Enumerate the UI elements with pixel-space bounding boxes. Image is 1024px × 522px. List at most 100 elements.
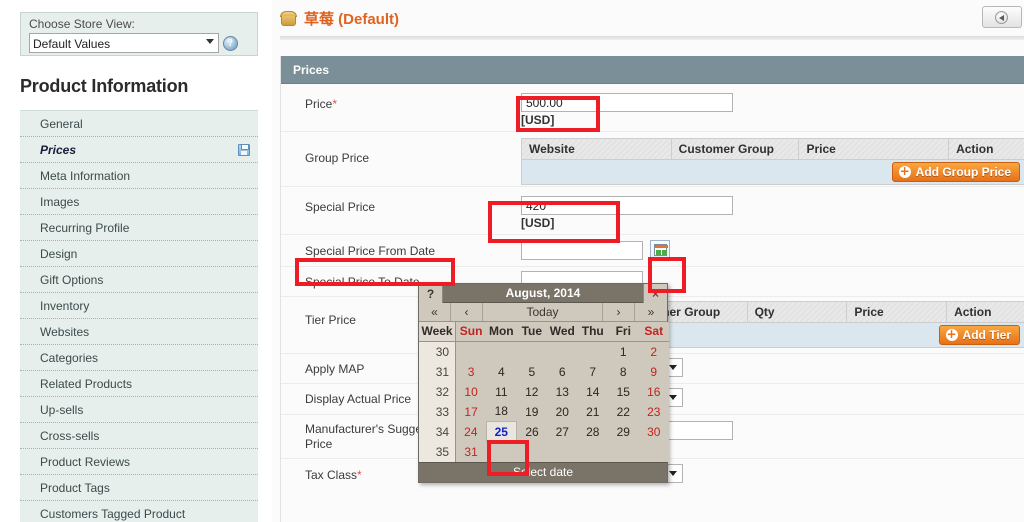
- calendar-next-year-button[interactable]: »: [635, 303, 667, 321]
- calendar-day-empty: [578, 342, 608, 362]
- display-actual-price-label: Display Actual Price: [305, 392, 411, 407]
- chevron-down-icon: [669, 471, 677, 476]
- add-group-price-button[interactable]: + Add Group Price: [892, 162, 1020, 182]
- calendar-weekday-header-row: WeekSunMonTueWedThuFriSat: [419, 322, 669, 342]
- calendar-next-month-button[interactable]: ›: [603, 303, 635, 321]
- calendar-day-18[interactable]: 18: [486, 402, 516, 422]
- sidebar-item-label: Design: [40, 247, 77, 261]
- calendar-header-week: Week: [419, 322, 456, 342]
- calendar-day-14[interactable]: 14: [578, 382, 608, 402]
- calendar-day-9[interactable]: 9: [638, 362, 669, 382]
- back-button[interactable]: [982, 6, 1022, 28]
- calendar-week-number[interactable]: 30: [419, 342, 456, 362]
- calendar-prev-month-button[interactable]: ‹: [451, 303, 483, 321]
- sidebar-item-customers-tagged-product[interactable]: Customers Tagged Product: [20, 501, 258, 522]
- price-input[interactable]: 500.00: [521, 93, 733, 112]
- calendar-day-5[interactable]: 5: [517, 362, 547, 382]
- calendar-week-row: 30 12: [419, 342, 669, 362]
- calendar-day-12[interactable]: 12: [517, 382, 547, 402]
- sidebar-item-categories[interactable]: Categories: [20, 345, 258, 371]
- store-view-label: Choose Store View:: [29, 17, 249, 31]
- group-price-col-website: Website: [522, 139, 672, 160]
- calendar-day-26[interactable]: 26: [517, 422, 547, 442]
- sidebar-item-meta-information[interactable]: Meta Information: [20, 163, 258, 189]
- special-price-control: 420 [USD]: [521, 196, 733, 230]
- calendar-day-22[interactable]: 22: [608, 402, 638, 422]
- calendar-day-4[interactable]: 4: [486, 362, 516, 382]
- sidebar-item-prices[interactable]: Prices: [20, 137, 258, 163]
- calendar-day-2[interactable]: 2: [638, 342, 669, 362]
- calendar-month-year: August, 2014: [506, 286, 581, 300]
- group-price-action-cell: + Add Group Price: [522, 160, 1024, 185]
- calendar-week-number[interactable]: 31: [419, 362, 456, 382]
- calendar-header-fri: Fri: [608, 322, 638, 342]
- add-tier-button[interactable]: + Add Tier: [939, 325, 1020, 345]
- calendar-day-10[interactable]: 10: [456, 382, 486, 402]
- calendar-close-icon[interactable]: ×: [643, 284, 667, 303]
- group-price-col-action: Action: [949, 139, 1024, 160]
- calendar-header-tue: Tue: [517, 322, 547, 342]
- calendar-help-icon[interactable]: ?: [419, 284, 443, 303]
- calendar-day-7[interactable]: 7: [578, 362, 608, 382]
- sidebar-item-label: Customers Tagged Product: [40, 507, 185, 521]
- calendar-day-11[interactable]: 11: [486, 382, 516, 402]
- special-price-from-date-input[interactable]: [521, 241, 643, 260]
- sidebar-item-product-tags[interactable]: Product Tags: [20, 475, 258, 501]
- group-price-control: Website Customer Group Price Action: [521, 138, 1024, 185]
- calendar-day-29[interactable]: 29: [608, 422, 638, 442]
- sidebar-item-websites[interactable]: Websites: [20, 319, 258, 345]
- product-information-tabs: General Prices Meta InformationImagesRecur…: [20, 110, 258, 522]
- sidebar-item-recurring-profile[interactable]: Recurring Profile: [20, 215, 258, 241]
- store-view-select[interactable]: Default Values: [29, 33, 219, 53]
- calendar-day-empty: [456, 342, 486, 362]
- calendar-day-31[interactable]: 31: [456, 442, 486, 462]
- price-label: Price*: [305, 97, 337, 112]
- calendar-day-30[interactable]: 30: [638, 422, 669, 442]
- calendar-footer-select-date[interactable]: Select date: [419, 462, 667, 482]
- help-circle-icon[interactable]: ?: [223, 36, 238, 51]
- special-price-input[interactable]: 420: [521, 196, 733, 215]
- calendar-day-1[interactable]: 1: [608, 342, 638, 362]
- sidebar-item-label: Prices: [40, 143, 76, 157]
- calendar-day-17[interactable]: 17: [456, 402, 486, 422]
- sidebar-item-images[interactable]: Images: [20, 189, 258, 215]
- sidebar-item-label: Cross-sells: [40, 429, 99, 443]
- calendar-week-number[interactable]: 34: [419, 422, 456, 442]
- sidebar-item-design[interactable]: Design: [20, 241, 258, 267]
- sidebar-item-cross-sells[interactable]: Cross-sells: [20, 423, 258, 449]
- date-picker-calendar[interactable]: ? August, 2014 × « ‹ Today › » WeekSunMo…: [418, 283, 668, 483]
- page-title: 草莓 (Default): [304, 8, 399, 29]
- save-disk-icon[interactable]: [238, 144, 250, 156]
- calendar-day-15[interactable]: 15: [608, 382, 638, 402]
- sidebar-item-label: Gift Options: [40, 273, 103, 287]
- price-control: 500.00 [USD]: [521, 93, 733, 127]
- calendar-week-number[interactable]: 32: [419, 382, 456, 402]
- add-tier-label: Add Tier: [963, 328, 1011, 342]
- calendar-day-25[interactable]: 25: [486, 422, 516, 442]
- sidebar-item-related-products[interactable]: Related Products: [20, 371, 258, 397]
- sidebar-item-up-sells[interactable]: Up-sells: [20, 397, 258, 423]
- calendar-day-3[interactable]: 3: [456, 362, 486, 382]
- calendar-day-empty: [517, 342, 547, 362]
- calendar-today-button[interactable]: Today: [483, 303, 603, 321]
- calendar-week-number[interactable]: 35: [419, 442, 456, 462]
- sidebar-item-general[interactable]: General: [20, 111, 258, 137]
- calendar-day-21[interactable]: 21: [578, 402, 608, 422]
- sidebar-item-product-reviews[interactable]: Product Reviews: [20, 449, 258, 475]
- calendar-prev-year-button[interactable]: «: [419, 303, 451, 321]
- sidebar-item-gift-options[interactable]: Gift Options: [20, 267, 258, 293]
- calendar-day-28[interactable]: 28: [578, 422, 608, 442]
- row-price: Price* 500.00 [USD]: [281, 84, 1024, 132]
- calendar-day-16[interactable]: 16: [638, 382, 669, 402]
- calendar-day-19[interactable]: 19: [517, 402, 547, 422]
- calendar-picker-icon[interactable]: [650, 240, 670, 260]
- calendar-day-23[interactable]: 23: [638, 402, 669, 422]
- calendar-day-20[interactable]: 20: [547, 402, 577, 422]
- calendar-week-number[interactable]: 33: [419, 402, 456, 422]
- calendar-day-13[interactable]: 13: [547, 382, 577, 402]
- calendar-day-24[interactable]: 24: [456, 422, 486, 442]
- calendar-day-6[interactable]: 6: [547, 362, 577, 382]
- sidebar-item-inventory[interactable]: Inventory: [20, 293, 258, 319]
- calendar-day-8[interactable]: 8: [608, 362, 638, 382]
- calendar-day-27[interactable]: 27: [547, 422, 577, 442]
